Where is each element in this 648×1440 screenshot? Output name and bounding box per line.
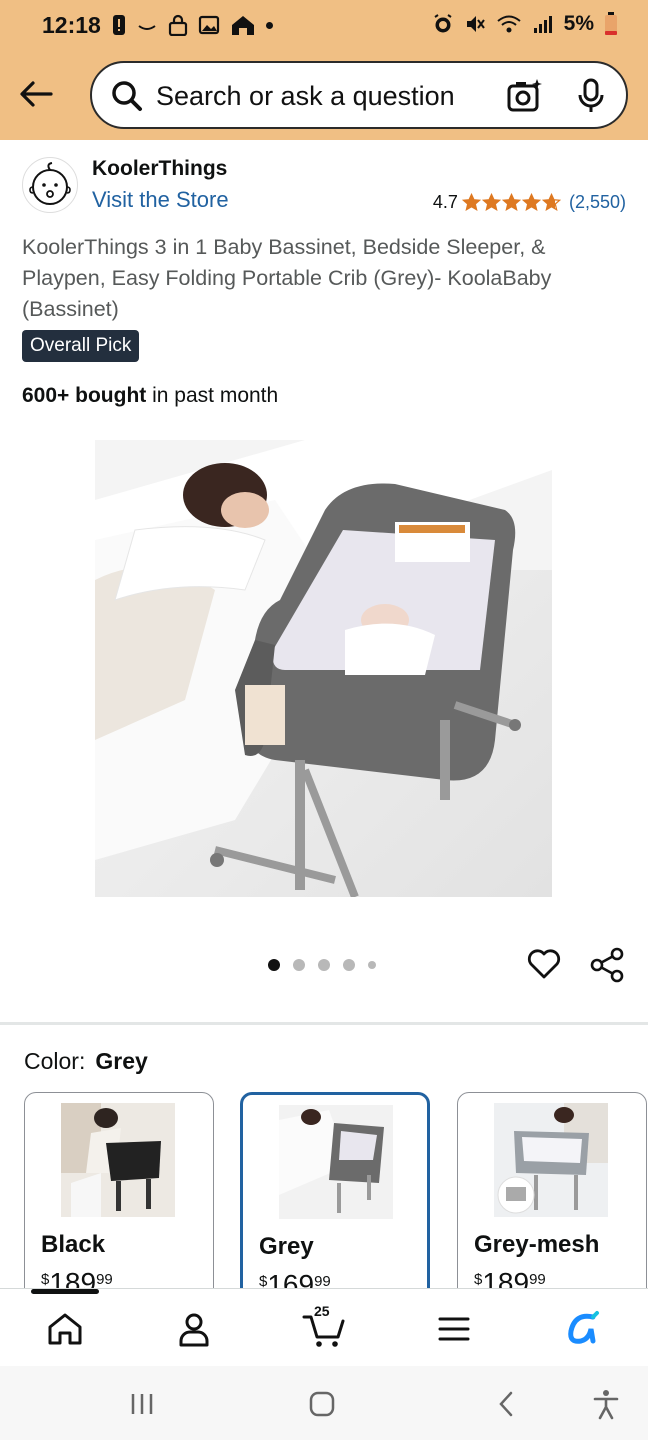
color-label-text: Color:: [24, 1048, 86, 1074]
color-option-grey[interactable]: Grey $16999: [240, 1092, 430, 1302]
signal-icon: [533, 16, 552, 33]
accessibility-button[interactable]: [586, 1388, 626, 1420]
back-arrow-icon: [20, 81, 53, 107]
swatch-name: Grey: [259, 1233, 314, 1260]
swatch-name: Grey-mesh: [474, 1231, 600, 1258]
minus-icon: [138, 25, 156, 30]
top-header: 12:18 5% Search or ask a question: [0, 0, 648, 140]
home-icon: [48, 1313, 82, 1345]
price-currency: $: [41, 1271, 50, 1288]
section-divider: [0, 1022, 648, 1025]
cart-count: 25: [314, 1303, 330, 1319]
bassinet-photo: [95, 440, 552, 897]
status-bar: 12:18 5%: [0, 0, 648, 56]
search-input[interactable]: Search or ask a question: [156, 81, 455, 112]
active-tab-indicator: [31, 1289, 99, 1294]
bought-number: 600+ bought: [22, 384, 147, 407]
overall-pick-badge: Overall Pick: [22, 330, 140, 362]
status-time: 12:18: [42, 12, 101, 38]
store-name: KoolerThings: [92, 157, 228, 180]
rating-value: 4.7: [432, 192, 458, 212]
visit-store-link[interactable]: Visit the Store: [92, 187, 229, 213]
star-icon: [521, 193, 541, 211]
image-icon: [198, 15, 220, 35]
product-title: KoolerThings 3 in 1 Baby Bassinet, Bedsi…: [22, 235, 552, 321]
swatch-name: Black: [41, 1231, 106, 1258]
color-option-black[interactable]: Black $18999: [24, 1092, 214, 1302]
home-button[interactable]: [302, 1388, 342, 1420]
swatch-thumbnail: [279, 1105, 393, 1219]
bottom-nav: 25: [0, 1288, 648, 1366]
product-image[interactable]: [95, 440, 552, 897]
system-icons: 5%: [432, 12, 618, 36]
star-icon: [481, 193, 501, 211]
image-carousel-dots[interactable]: [268, 959, 376, 971]
alarm-icon: [434, 14, 452, 33]
rating-summary[interactable]: 4.7 (2,550): [433, 192, 626, 213]
rating-count[interactable]: (2,550): [569, 192, 626, 213]
microphone-icon[interactable]: [576, 77, 606, 115]
price-fraction: 99: [96, 1271, 113, 1288]
selected-color: Grey: [95, 1048, 148, 1074]
battery-icon: [605, 12, 617, 35]
carousel-dot[interactable]: [318, 959, 330, 971]
alert-icon: [113, 15, 125, 35]
account-icon: [179, 1313, 209, 1347]
nav-rufus[interactable]: [561, 1307, 605, 1351]
star-icon: [501, 193, 521, 211]
search-bar[interactable]: Search or ask a question: [90, 61, 628, 129]
mute-icon: [466, 16, 485, 32]
back-button[interactable]: [14, 72, 58, 116]
nav-home[interactable]: [43, 1307, 87, 1351]
carousel-dot[interactable]: [293, 959, 305, 971]
accessibility-icon: [593, 1390, 619, 1420]
more-dot: [266, 21, 273, 29]
color-option-grey-mesh[interactable]: Grey-mesh $18999: [457, 1092, 647, 1302]
lock-icon: [168, 14, 188, 36]
color-label: Color: Grey: [24, 1048, 148, 1075]
carousel-dot[interactable]: [343, 959, 355, 971]
swatch-thumbnail: [494, 1103, 608, 1217]
share-icon: [590, 947, 624, 983]
bought-count: 600+ bought in past month: [22, 384, 278, 408]
price-fraction: 99: [529, 1271, 546, 1288]
carousel-dot[interactable]: [368, 961, 376, 969]
nav-menu[interactable]: [432, 1307, 476, 1351]
system-nav-bar: [0, 1366, 648, 1440]
price-currency: $: [474, 1271, 483, 1288]
share-button[interactable]: [588, 946, 626, 989]
baby-face-icon: [29, 162, 71, 205]
heart-icon: [527, 949, 561, 979]
star-rating: [461, 193, 561, 212]
home-status-icon: [232, 16, 254, 35]
notification-icons: [112, 14, 273, 36]
star-icon: [541, 193, 561, 211]
recents-icon: [131, 1394, 153, 1414]
home-circle-icon: [309, 1391, 335, 1417]
wifi-icon: [497, 15, 521, 33]
swatch-thumbnail: [61, 1103, 175, 1217]
bought-suffix: in past month: [146, 384, 279, 407]
chevron-left-icon: [499, 1391, 513, 1417]
menu-icon: [438, 1317, 470, 1341]
carousel-dot[interactable]: [268, 959, 280, 971]
wishlist-button[interactable]: [526, 946, 562, 987]
star-icon: [461, 193, 481, 211]
nav-cart[interactable]: 25: [302, 1303, 346, 1351]
rufus-icon: [568, 1311, 599, 1344]
camera-search-icon[interactable]: [506, 77, 544, 115]
search-icon: [112, 81, 142, 111]
system-back-button[interactable]: [486, 1388, 526, 1420]
store-logo[interactable]: [22, 157, 78, 213]
battery-percent: 5%: [563, 12, 594, 35]
nav-account[interactable]: [172, 1307, 216, 1351]
recents-button[interactable]: [122, 1388, 162, 1420]
